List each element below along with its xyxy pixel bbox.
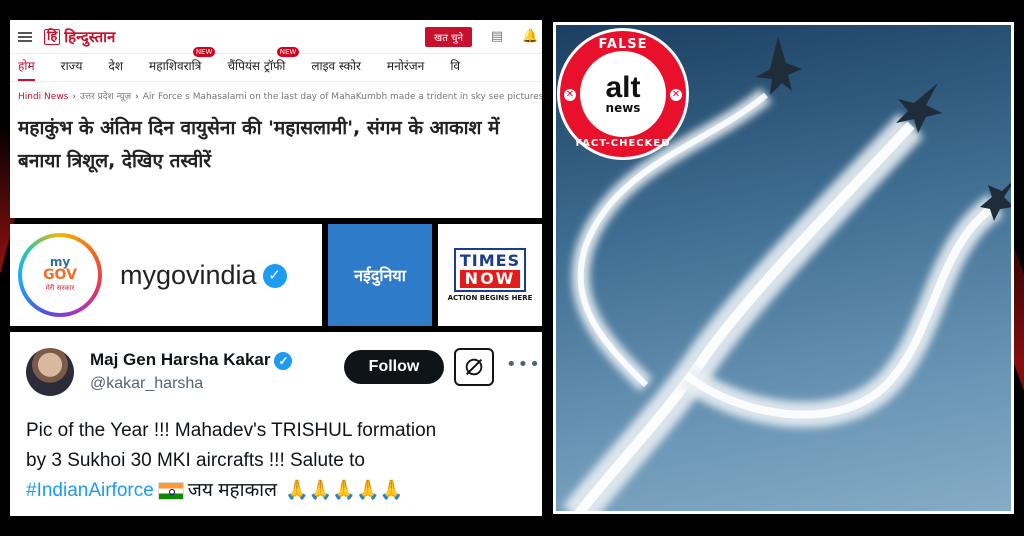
breadcrumb-current: Air Force s Mahasalami on the last day o… bbox=[142, 92, 542, 102]
nav-item[interactable]: लाइव स्कोर bbox=[311, 57, 361, 81]
mygov-handle: mygovindia ✓ bbox=[120, 260, 287, 291]
nav-item[interactable]: होम bbox=[18, 57, 35, 81]
verified-badge-icon: ✓ bbox=[274, 351, 293, 370]
new-badge: NEW bbox=[276, 47, 300, 57]
tweet-author-name[interactable]: Maj Gen Harsha Kakar ✓ bbox=[90, 350, 293, 370]
nav-item[interactable]: महाशिवरात्रि NEW bbox=[149, 47, 216, 81]
more-options-icon[interactable]: ••• bbox=[506, 354, 541, 375]
hindustan-logo[interactable]: हि हिन्दुस्तान bbox=[44, 27, 115, 47]
grok-icon[interactable] bbox=[454, 348, 494, 386]
mygov-badge-icon: my GOV मेरी सरकार bbox=[18, 233, 102, 317]
tweet-card: Maj Gen Harsha Kakar ✓ @kakar_harsha Foll… bbox=[10, 332, 542, 516]
folded-hands-icon: 🙏🙏🙏🙏🙏 bbox=[284, 480, 404, 501]
nav-item[interactable]: चैंपियंस ट्रॉफी NEW bbox=[227, 47, 300, 81]
notification-bell-icon[interactable]: 🔔 bbox=[522, 29, 538, 45]
hindustan-nav: होम राज्य देश महाशिवरात्रि NEW चैंपियंस ट्रॉफ… bbox=[10, 47, 542, 82]
breadcrumb-section[interactable]: उत्तर प्रदेश न्यूज़ bbox=[80, 92, 131, 102]
hashtag-link[interactable]: #IndianAirforce bbox=[26, 480, 154, 501]
nav-item[interactable]: मनोरंजन bbox=[387, 57, 424, 81]
verified-badge-icon: ✓ bbox=[262, 264, 287, 289]
breadcrumb-home[interactable]: Hindi News bbox=[18, 92, 68, 102]
x-mark-icon: ✕ bbox=[564, 89, 576, 101]
nav-item[interactable]: वि bbox=[450, 57, 460, 81]
india-flag-icon bbox=[157, 481, 184, 500]
follow-button[interactable]: Follow bbox=[344, 350, 444, 384]
article-headline: महाकुंभ के अंतिम दिन वायुसेना की 'महासला… bbox=[18, 117, 500, 172]
avatar[interactable] bbox=[26, 348, 74, 396]
new-badge: NEW bbox=[192, 47, 216, 57]
hindustan-header: हि हिन्दुस्तान खत चुने ▤ 🔔 bbox=[10, 20, 542, 54]
jet-icon bbox=[756, 37, 802, 95]
menu-icon[interactable] bbox=[18, 31, 32, 42]
epaper-icon[interactable]: ▤ bbox=[490, 29, 504, 45]
tweet-text: Pic of the Year !!! Mahadev's TRISHUL fo… bbox=[26, 416, 531, 506]
subscribe-button[interactable]: खत चुने bbox=[425, 27, 472, 47]
x-mark-icon: ✕ bbox=[670, 89, 682, 101]
mygov-logo-panel: my GOV मेरी सरकार mygovindia ✓ bbox=[10, 224, 322, 326]
tweet-author-handle[interactable]: @kakar_harsha bbox=[90, 375, 203, 393]
breadcrumb: Hindi News › उत्तर प्रदेश न्यूज़ › Air Force… bbox=[18, 92, 542, 102]
nav-item[interactable]: देश bbox=[109, 57, 124, 81]
hindustan-article-screenshot: हि हिन्दुस्तान खत चुने ▤ 🔔 होम राज्य देश मह… bbox=[10, 20, 542, 218]
altnews-logo: alt news bbox=[580, 51, 666, 137]
naidunia-logo: नईदुनिया bbox=[328, 224, 432, 326]
timesnow-logo: TIMES NOW ACTION BEGINS HERE bbox=[438, 224, 542, 326]
nav-item[interactable]: राज्य bbox=[61, 57, 83, 81]
false-fact-check-stamp: FALSE alt news ✕ ✕ FACT-CHECKED bbox=[557, 28, 689, 160]
